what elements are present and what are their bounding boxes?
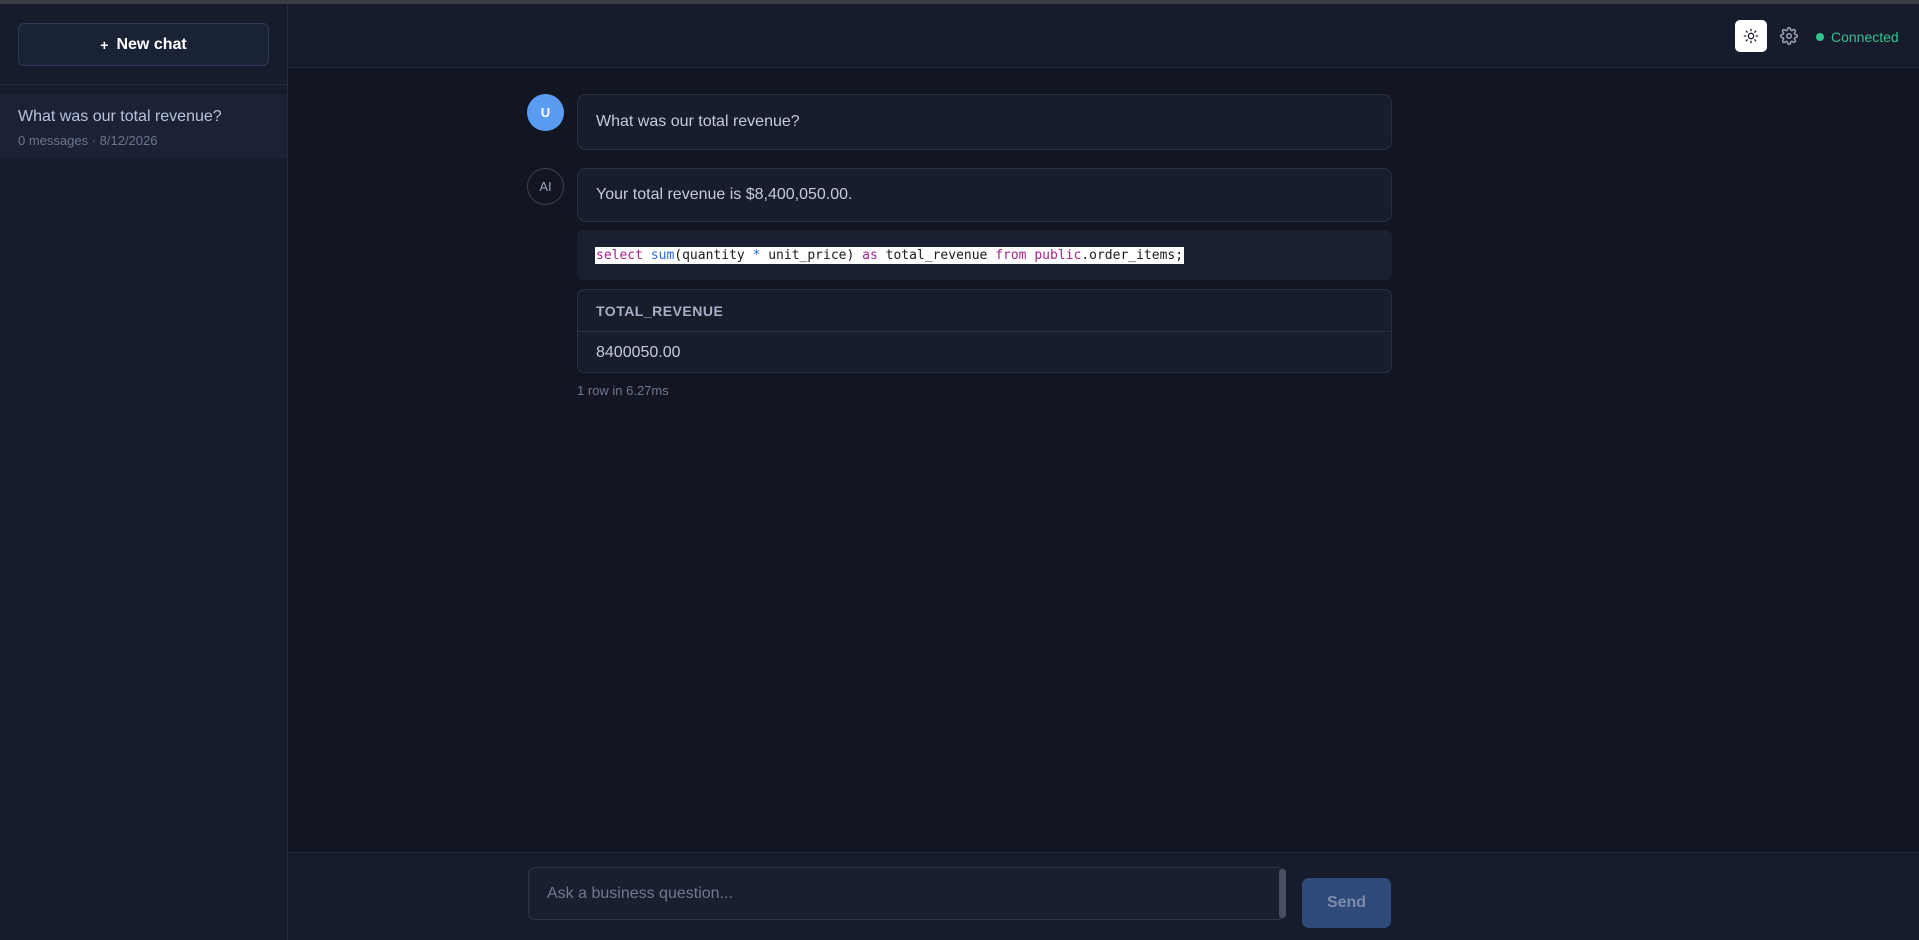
composer: Send <box>288 852 1919 940</box>
sun-icon <box>1743 28 1759 44</box>
ai-message: Your total revenue is $8,400,050.00. <box>577 168 1392 222</box>
result-column-header: TOTAL_REVENUE <box>578 290 1391 332</box>
connection-status: Connected <box>1816 28 1899 46</box>
result-table: TOTAL_REVENUE 8400050.00 <box>577 289 1392 373</box>
sql-space <box>643 248 651 263</box>
theme-toggle-button[interactable] <box>1735 20 1767 52</box>
sidebar-divider <box>0 84 287 85</box>
sql-keyword-select: select <box>596 247 643 263</box>
result-cell[interactable]: 8400050.00 <box>578 332 1391 372</box>
sql-alias: total_revenue <box>877 247 996 263</box>
user-message-text: What was our total revenue? <box>596 113 800 130</box>
sql-args-rest: unit_price) <box>760 247 863 263</box>
status-dot-icon <box>1816 33 1824 41</box>
sql-function-sum: sum <box>650 247 675 263</box>
sql-table: .order_items; <box>1081 247 1184 263</box>
top-header: Connected <box>288 4 1919 68</box>
settings-button[interactable] <box>1775 22 1803 50</box>
new-chat-button[interactable]: + New chat <box>18 23 269 66</box>
result-meta: 1 row in 6.27ms <box>577 383 669 398</box>
sidebar: + New chat What was our total revenue? 0… <box>0 4 288 940</box>
new-chat-label: New chat <box>116 35 187 53</box>
user-message: What was our total revenue? <box>577 94 1392 150</box>
sql-keyword-as: as <box>862 247 878 263</box>
question-input[interactable] <box>528 867 1286 920</box>
sql-query[interactable]: select sum(quantity * unit_price) as tot… <box>595 246 1185 264</box>
input-scrollbar[interactable] <box>1279 869 1286 918</box>
plus-icon: + <box>100 36 109 53</box>
ai-avatar: AI <box>527 168 564 205</box>
user-avatar: U <box>527 94 564 131</box>
sql-args: (quantity <box>674 247 753 263</box>
status-text: Connected <box>1831 29 1899 45</box>
gear-icon <box>1780 27 1798 45</box>
sql-schema: public <box>1034 247 1082 263</box>
send-button[interactable]: Send <box>1302 878 1391 928</box>
sql-keyword-from: from <box>995 247 1027 263</box>
sql-code-block: select sum(quantity * unit_price) as tot… <box>577 230 1392 280</box>
conversation-title: What was our total revenue? <box>18 108 222 125</box>
conversation-meta: 0 messages · 8/12/2026 <box>18 133 158 148</box>
ai-message-text: Your total revenue is $8,400,050.00. <box>596 186 853 203</box>
conversation-item[interactable]: What was our total revenue? 0 messages ·… <box>0 94 287 158</box>
